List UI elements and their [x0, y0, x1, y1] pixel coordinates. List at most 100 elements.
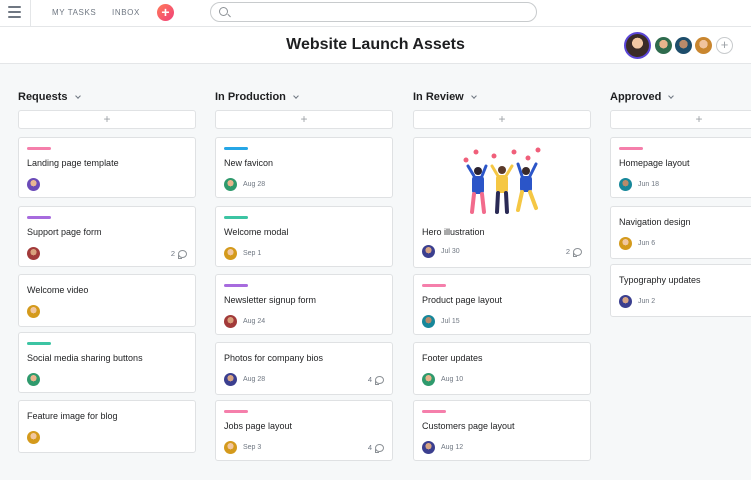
tag-pink	[619, 147, 643, 150]
column-header[interactable]: In Review	[413, 88, 591, 106]
avatar[interactable]	[619, 178, 632, 191]
due-date: Sep 3	[243, 444, 262, 451]
task-card[interactable]: Newsletter signup form Aug 24	[215, 274, 393, 335]
project-header: Website Launch Assets +	[0, 27, 751, 64]
comment-count-value: 4	[367, 375, 372, 384]
avatar[interactable]	[675, 37, 692, 54]
avatar[interactable]	[422, 245, 435, 258]
due-date: Aug 10	[441, 376, 464, 383]
avatar[interactable]	[27, 178, 40, 191]
task-card[interactable]: Footer updates Aug 10	[413, 342, 591, 395]
card-title: Customers page layout	[422, 421, 515, 431]
due-date: Jul 15	[441, 318, 460, 325]
task-card[interactable]: Product page layout Jul 15	[413, 274, 591, 335]
comment-bubble-icon	[178, 249, 187, 259]
chevron-down-icon[interactable]	[470, 92, 477, 99]
task-card[interactable]: Feature image for blog	[18, 400, 196, 453]
add-task-button[interactable]: +	[215, 110, 393, 129]
task-card[interactable]: New favicon Aug 28	[215, 137, 393, 198]
due-date: Jun 2	[638, 298, 656, 305]
column-header[interactable]: In Production	[215, 88, 393, 106]
add-task-button[interactable]: +	[413, 110, 591, 129]
avatar[interactable]	[224, 178, 237, 191]
due-date: Sep 1	[243, 250, 262, 257]
top-navigation-bar: MY TASKS INBOX +	[0, 0, 751, 27]
avatar[interactable]	[422, 441, 435, 454]
search-input[interactable]	[233, 5, 523, 19]
avatar[interactable]	[27, 373, 40, 386]
avatar[interactable]	[624, 32, 651, 59]
avatar[interactable]	[27, 431, 40, 444]
task-card[interactable]: Photos for company bios Aug 28 4	[215, 342, 393, 395]
comment-count[interactable]: 4	[367, 443, 384, 453]
task-card[interactable]: Social media sharing buttons	[18, 332, 196, 393]
due-date: Aug 28	[243, 181, 266, 188]
comment-count[interactable]: 2	[565, 247, 582, 257]
card-title: Product page layout	[422, 295, 503, 305]
tag-pink	[422, 284, 446, 287]
search-bar[interactable]	[210, 2, 537, 22]
add-member-button[interactable]: +	[716, 37, 733, 54]
avatar[interactable]	[224, 373, 237, 386]
card-title: New favicon	[224, 158, 274, 168]
avatar[interactable]	[422, 315, 435, 328]
tag-pink	[422, 410, 446, 413]
card-title: Social media sharing buttons	[27, 353, 143, 363]
chevron-down-icon[interactable]	[74, 92, 81, 99]
task-card[interactable]: Jobs page layout Sep 3 4	[215, 400, 393, 461]
tag-teal	[27, 342, 51, 345]
nav-inbox[interactable]: INBOX	[112, 8, 140, 17]
due-date: Jul 30	[441, 248, 460, 255]
column-title: Approved	[610, 91, 662, 103]
task-card[interactable]: Welcome video	[18, 274, 196, 327]
task-card[interactable]: Customers page layout Aug 12	[413, 400, 591, 461]
avatar[interactable]	[619, 295, 632, 308]
card-title: Navigation design	[619, 217, 691, 227]
task-card[interactable]: Hero illustration Jul 30 2	[413, 137, 591, 268]
avatar[interactable]	[422, 373, 435, 386]
column-header[interactable]: Requests	[18, 88, 196, 106]
column-header[interactable]: Approved	[610, 88, 751, 106]
tag-purple	[27, 216, 51, 219]
chevron-down-icon[interactable]	[293, 92, 299, 99]
task-card[interactable]: Typography updates Jun 2	[610, 264, 751, 317]
card-title: Homepage layout	[619, 158, 690, 168]
card-title: Feature image for blog	[27, 411, 118, 421]
task-card[interactable]: Landing page template	[18, 137, 196, 198]
comment-bubble-icon	[375, 375, 384, 385]
task-card[interactable]: Homepage layout Jun 18	[610, 137, 751, 198]
task-card[interactable]: Welcome modal Sep 1	[215, 206, 393, 267]
avatar[interactable]	[619, 237, 632, 250]
avatar[interactable]	[695, 37, 712, 54]
chevron-down-icon[interactable]	[668, 92, 675, 99]
avatar[interactable]	[27, 247, 40, 260]
column-approved: Approved + Homepage layout Jun 18 Naviga…	[610, 88, 751, 317]
card-title: Typography updates	[619, 275, 701, 285]
avatar[interactable]	[655, 37, 672, 54]
nav-my-tasks[interactable]: MY TASKS	[52, 8, 96, 17]
add-task-button[interactable]: +	[610, 110, 751, 129]
avatar[interactable]	[224, 315, 237, 328]
add-task-button[interactable]: +	[18, 110, 196, 129]
task-card[interactable]: Support page form 2	[18, 206, 196, 267]
column-requests: Requests + Landing page template Support…	[18, 88, 196, 453]
card-title: Welcome modal	[224, 227, 289, 237]
due-date: Jun 6	[638, 240, 656, 247]
task-card[interactable]: Navigation design Jun 6	[610, 206, 751, 259]
avatar[interactable]	[224, 441, 237, 454]
comment-count-value: 4	[367, 443, 372, 452]
hamburger-icon[interactable]	[8, 6, 21, 18]
tag-teal	[224, 216, 248, 219]
quick-add-button[interactable]: +	[157, 4, 174, 21]
card-title: Photos for company bios	[224, 353, 324, 363]
comment-bubble-icon	[573, 247, 582, 257]
card-title: Landing page template	[27, 158, 119, 168]
due-date: Jun 18	[638, 181, 660, 188]
comment-bubble-icon	[375, 443, 384, 453]
comment-count[interactable]: 4	[367, 375, 384, 385]
avatar[interactable]	[224, 247, 237, 260]
comment-count-value: 2	[565, 247, 570, 256]
avatar[interactable]	[27, 305, 40, 318]
column-in-review: In Review + Hero illustration Jul 30 2 P	[413, 88, 591, 461]
comment-count[interactable]: 2	[171, 249, 187, 259]
